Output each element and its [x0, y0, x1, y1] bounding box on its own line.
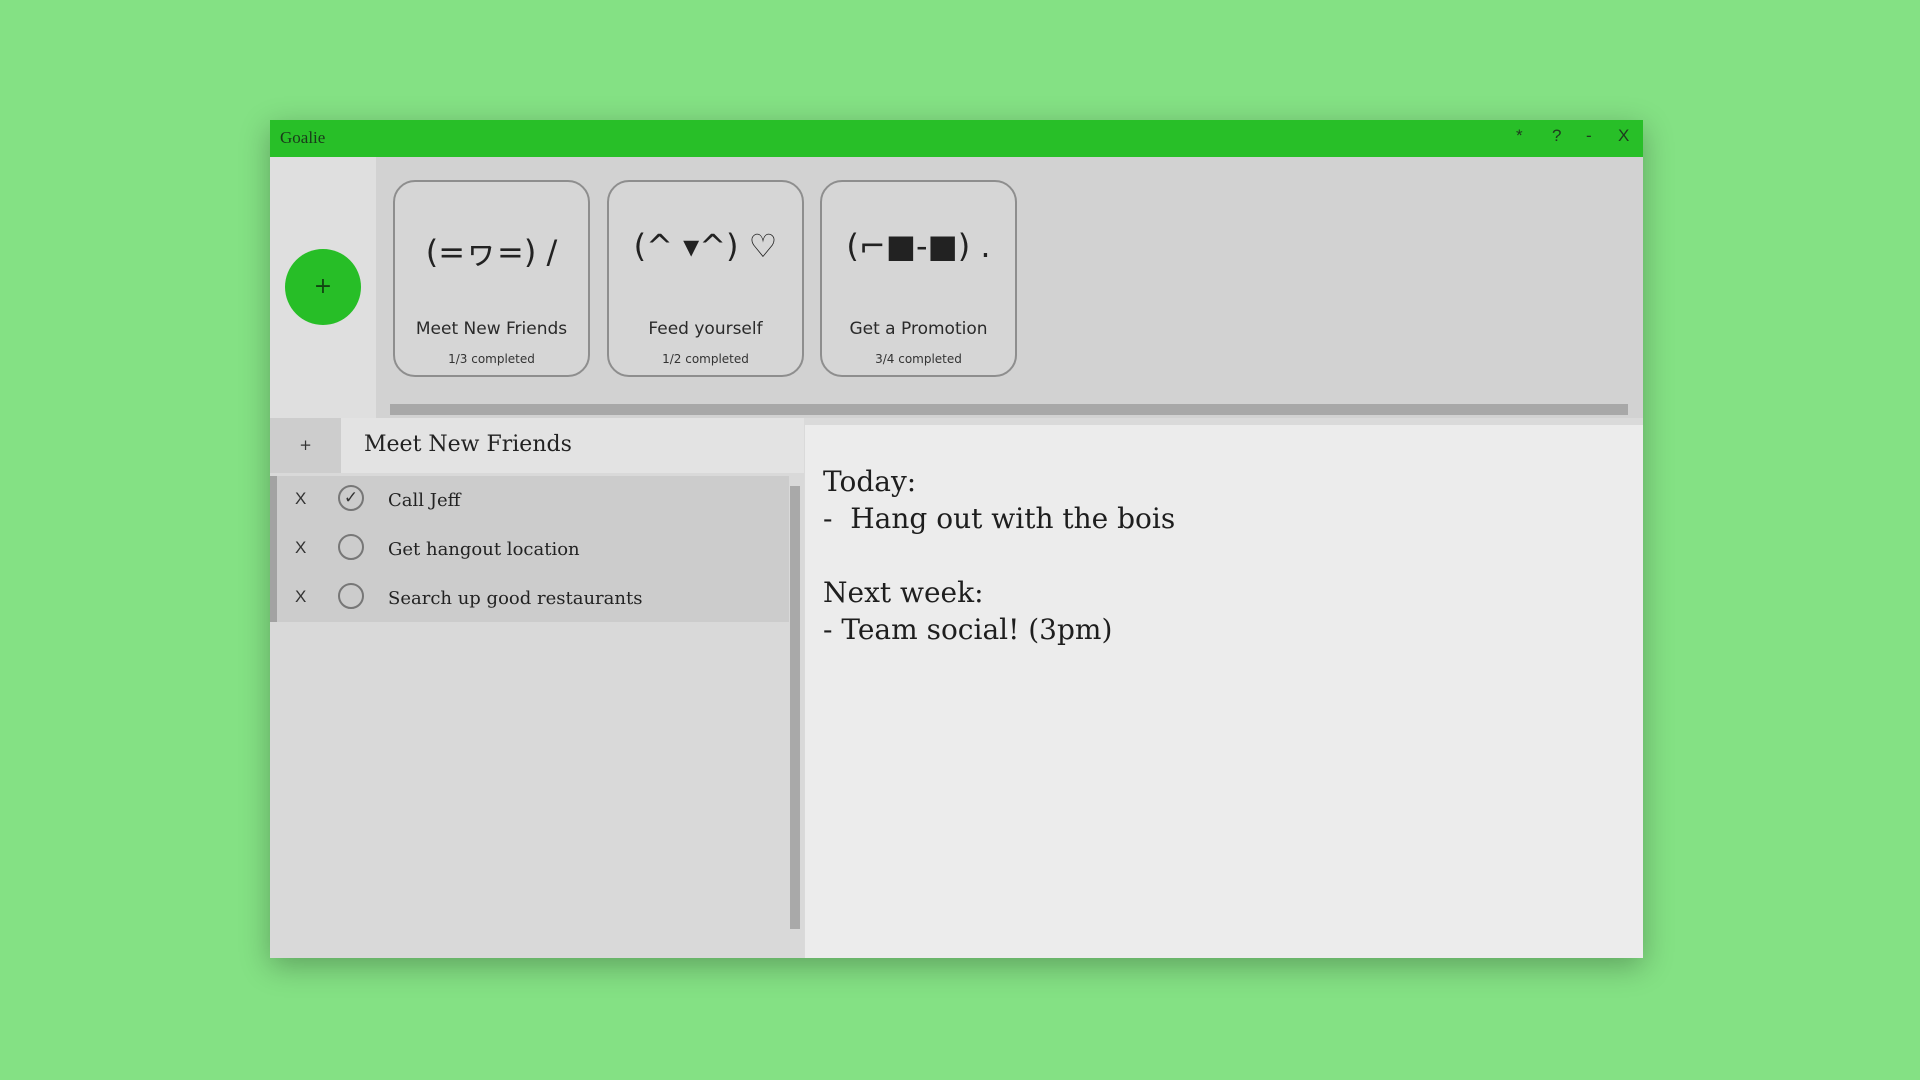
title-bar[interactable]: Goalie * ? - X	[270, 120, 1643, 157]
goals-bar: + (=ヮ=) / Meet New Friends 1/3 completed…	[270, 157, 1643, 418]
notes-textarea[interactable]	[805, 425, 1643, 958]
task-label: Search up good restaurants	[388, 588, 643, 609]
task-list: X ✓ Call Jeff X Get hangout location X S…	[270, 476, 789, 622]
goal-progress: 1/3 completed	[448, 352, 535, 366]
delete-task-button[interactable]: X	[295, 489, 306, 509]
goal-cards-area: (=ヮ=) / Meet New Friends 1/3 completed (…	[376, 157, 1643, 418]
task-checkbox-checked[interactable]: ✓	[338, 485, 364, 511]
minimize-button[interactable]: -	[1586, 126, 1592, 146]
goals-horizontal-scrollbar[interactable]	[390, 404, 1628, 415]
goal-emoticon: (^ ▾^) ♡	[633, 227, 778, 265]
task-item: X ✓ Call Jeff	[277, 476, 789, 525]
task-checkbox[interactable]	[338, 583, 364, 609]
add-goal-column: +	[270, 157, 376, 418]
task-list-vertical-scrollbar[interactable]	[790, 486, 800, 929]
goal-card-feed-yourself[interactable]: (^ ▾^) ♡ Feed yourself 1/2 completed	[607, 180, 804, 377]
goal-card-meet-new-friends[interactable]: (=ヮ=) / Meet New Friends 1/3 completed	[393, 180, 590, 377]
delete-task-button[interactable]: X	[295, 587, 306, 607]
task-list-header: + Meet New Friends	[270, 418, 804, 473]
close-button[interactable]: X	[1618, 126, 1629, 146]
pin-button[interactable]: *	[1516, 126, 1523, 146]
help-button[interactable]: ?	[1552, 126, 1561, 146]
goal-emoticon: (⌐■-■) .	[846, 227, 991, 265]
task-list-panel: + Meet New Friends X ✓ Call Jeff X Get h…	[270, 418, 804, 958]
task-item: X Search up good restaurants	[277, 574, 789, 623]
task-checkbox[interactable]	[338, 534, 364, 560]
task-label: Call Jeff	[388, 490, 461, 511]
notes-panel	[805, 425, 1643, 958]
add-task-button[interactable]: +	[270, 418, 341, 473]
goal-emoticon: (=ヮ=) /	[425, 233, 558, 271]
goal-name: Meet New Friends	[415, 319, 568, 339]
window-title: Goalie	[280, 128, 326, 147]
goal-progress: 3/4 completed	[875, 352, 962, 366]
task-item: X Get hangout location	[277, 525, 789, 574]
goalie-window: Goalie * ? - X + (=ヮ=) / Meet New Friend…	[270, 120, 1643, 958]
add-goal-button[interactable]: +	[285, 249, 361, 325]
goal-progress: 1/2 completed	[662, 352, 749, 366]
task-label: Get hangout location	[388, 539, 580, 560]
goal-name: Feed yourself	[648, 319, 763, 339]
delete-task-button[interactable]: X	[295, 538, 306, 558]
goal-card-get-a-promotion[interactable]: (⌐■-■) . Get a Promotion 3/4 completed	[820, 180, 1017, 377]
task-list-title: Meet New Friends	[364, 432, 572, 457]
goal-name: Get a Promotion	[849, 319, 988, 339]
